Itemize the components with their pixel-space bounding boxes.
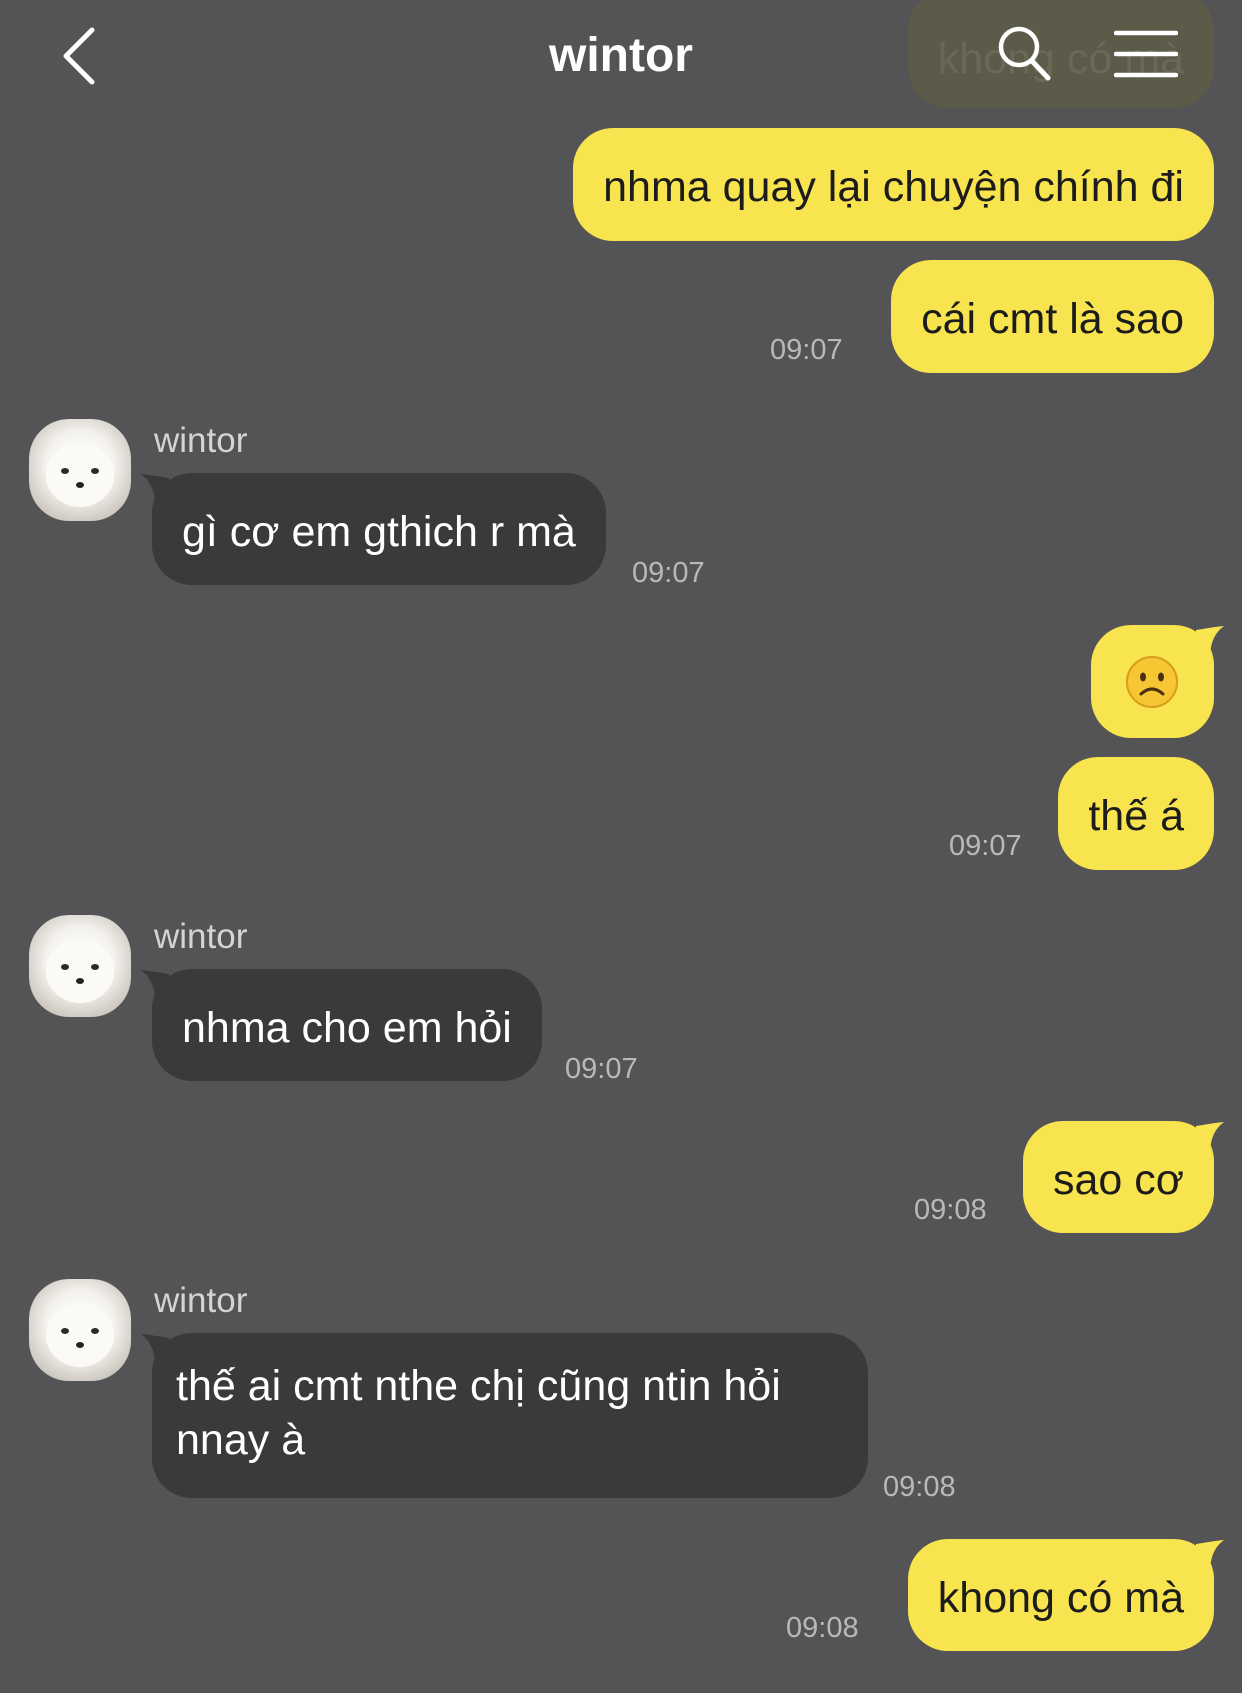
my-message-bubble[interactable]: khong có mà [907, 1539, 1214, 1651]
dog-face-icon [46, 443, 114, 507]
my-message-bubble[interactable]: sao cơ [1023, 1121, 1214, 1233]
contact-avatar[interactable] [29, 1279, 131, 1381]
my-message-bubble[interactable]: cái cmt là sao [891, 260, 1214, 373]
dog-face-icon [46, 1303, 114, 1367]
my-message-bubble[interactable] [1091, 625, 1214, 738]
message-text-line: nnay à [176, 1416, 306, 1464]
message-text: nhma cho em hỏi [182, 1004, 512, 1052]
message-time: 09:07 [632, 557, 705, 589]
message-text: gì cơ em gthich r mà [182, 508, 576, 556]
message-text: cái cmt là sao [921, 295, 1184, 343]
message-time: 09:07 [565, 1053, 638, 1085]
message-time: 09:08 [786, 1612, 859, 1644]
message-text: sao cơ [1053, 1156, 1184, 1204]
message-time: 09:07 [770, 334, 843, 366]
contact-avatar[interactable] [29, 915, 131, 1017]
sender-name: wintor [154, 421, 248, 460]
message-text-line: thế ai cmt nthe chị cũng ntin hỏi [176, 1362, 781, 1410]
message-time: 09:08 [914, 1194, 987, 1226]
dog-face-icon [46, 939, 114, 1003]
contact-avatar[interactable] [29, 419, 131, 521]
my-message-bubble[interactable]: thế á [1058, 757, 1214, 870]
message-text: khong có mà [937, 1574, 1184, 1622]
search-icon[interactable] [996, 24, 1052, 82]
message-text: nhma quay lại chuyện chính đi [603, 163, 1184, 211]
message-time: 09:07 [949, 830, 1022, 862]
their-message-bubble[interactable]: gì cơ em gthich r mà [152, 473, 606, 585]
message-time: 09:08 [883, 1471, 956, 1503]
sender-name: wintor [154, 917, 248, 956]
menu-icon[interactable] [1114, 28, 1178, 80]
their-message-bubble[interactable]: thế ai cmt nthe chị cũng ntin hỏi nnay à [152, 1333, 868, 1498]
sender-name: wintor [154, 1281, 248, 1320]
message-text: thế á [1088, 792, 1184, 840]
frowning-face-icon [1126, 656, 1178, 708]
my-message-bubble[interactable]: nhma quay lại chuyện chính đi [573, 128, 1214, 241]
their-message-bubble[interactable]: nhma cho em hỏi [152, 969, 542, 1081]
